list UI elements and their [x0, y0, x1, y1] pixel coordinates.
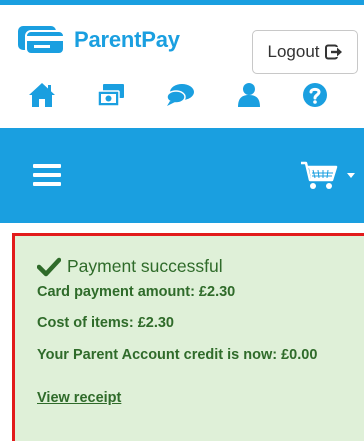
- header: ParentPay Logout: [0, 5, 364, 74]
- alert-title: Payment successful: [37, 256, 223, 277]
- check-icon: [37, 257, 61, 276]
- card-payment-amount: Card payment amount: £2.30: [37, 284, 236, 300]
- hamburger-menu-icon[interactable]: [33, 164, 61, 186]
- parent-account-credit: Your Parent Account credit is now: £0.00: [37, 347, 318, 363]
- account-icon[interactable]: [232, 78, 266, 112]
- quick-nav-bar: [0, 78, 364, 118]
- logout-label: Logout: [267, 42, 320, 61]
- alert-title-text: Payment successful: [67, 256, 223, 276]
- parentpay-logo-icon: [18, 26, 65, 55]
- brand-name: ParentPay: [74, 27, 180, 52]
- help-icon[interactable]: [298, 78, 332, 112]
- main-navbar: [0, 128, 364, 223]
- parentpay-logo[interactable]: ParentPay: [16, 24, 180, 56]
- payment-success-alert: Payment successful Card payment amount: …: [12, 233, 364, 441]
- home-icon[interactable]: [25, 78, 59, 112]
- cart-dropdown-caret-icon: [347, 173, 355, 178]
- sign-out-icon: [324, 44, 342, 60]
- shopping-cart-icon[interactable]: [300, 160, 358, 192]
- messages-icon[interactable]: [163, 78, 197, 112]
- view-receipt-link[interactable]: View receipt: [37, 390, 121, 406]
- cost-of-items: Cost of items: £2.30: [37, 315, 174, 331]
- logout-button[interactable]: Logout: [252, 30, 358, 74]
- payments-icon[interactable]: [94, 78, 128, 112]
